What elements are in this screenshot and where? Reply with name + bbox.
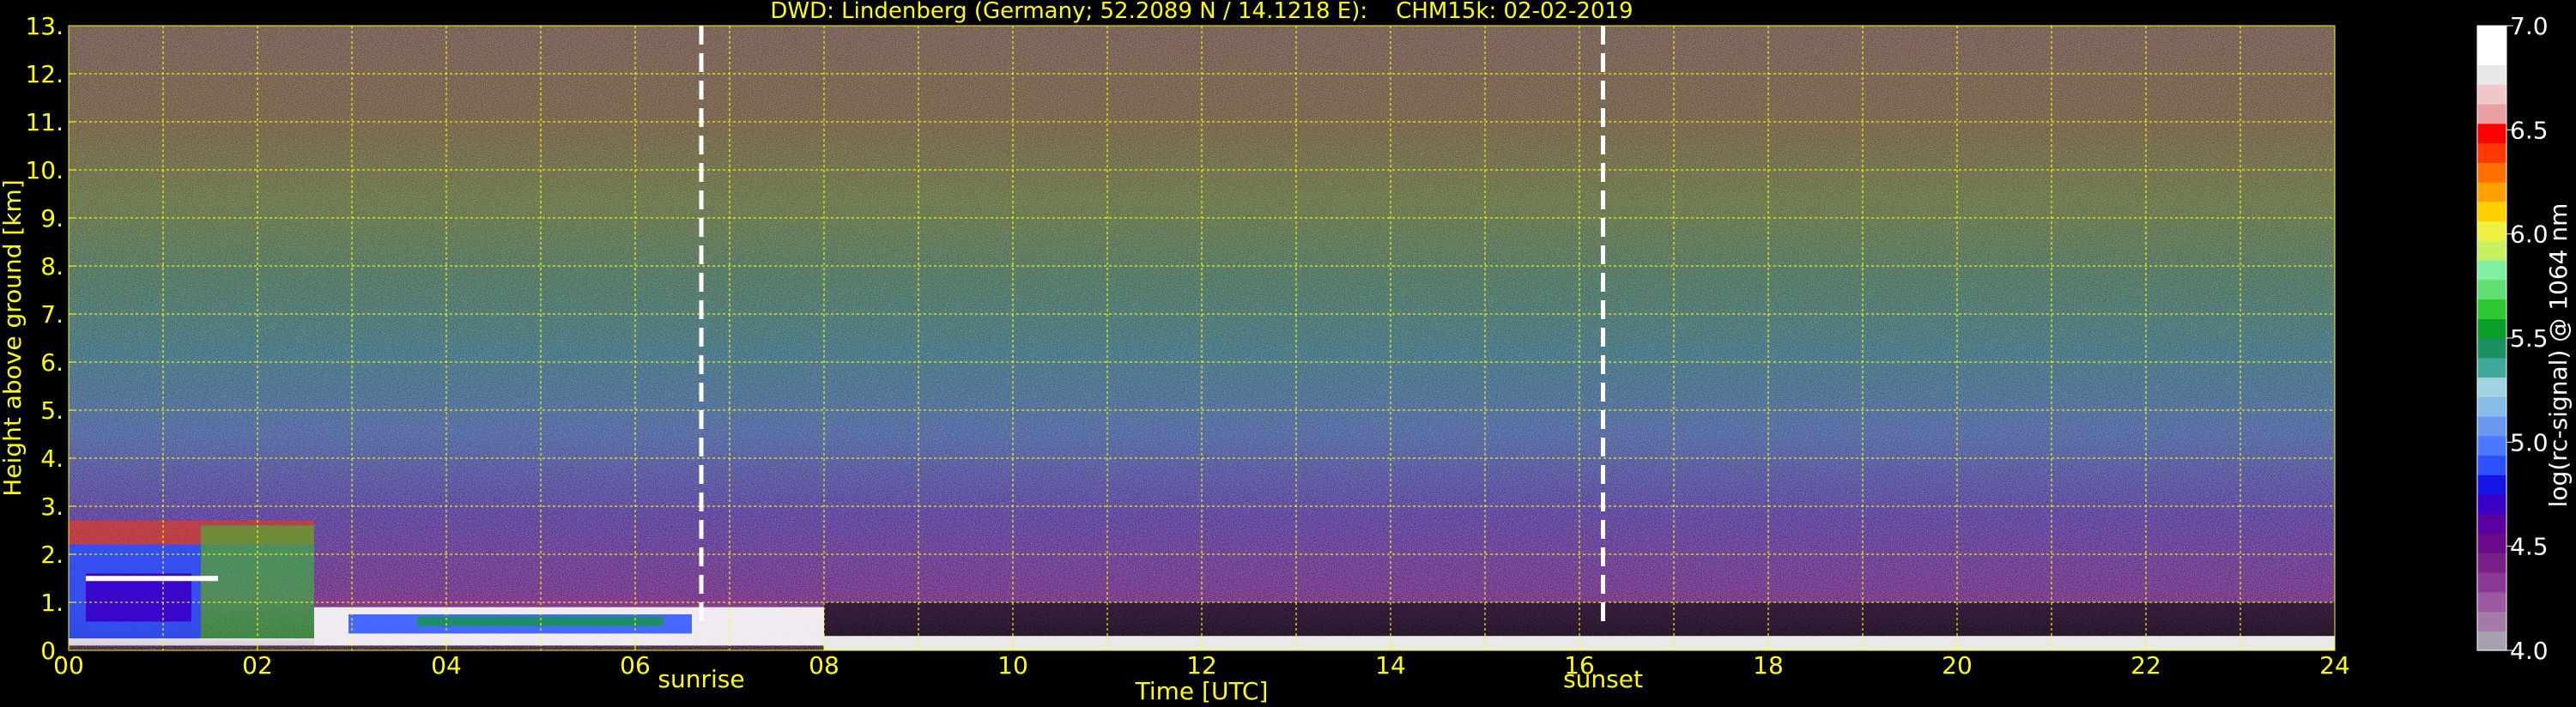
colorbar-segment [2477, 260, 2506, 281]
y-tick-label: 0. [40, 637, 64, 665]
colorbar: 4.0 4.5 5.0 5.5 6.0 6.5 7.0 [2476, 12, 2549, 665]
x-tick-label: 22 [2131, 651, 2161, 680]
colorbar-segment [2477, 611, 2506, 631]
y-tick-label: 12. [25, 60, 64, 88]
colorbar-tick-label: 6.5 [2510, 116, 2549, 144]
colorbar-tick-label: 4.5 [2510, 533, 2549, 561]
colorbar-segment [2477, 533, 2506, 553]
x-tick-label: 02 [242, 651, 273, 680]
colorbar-segment [2477, 299, 2506, 319]
y-axis-label: Height above ground [km] [0, 179, 27, 497]
colorbar-tick-label: 5.0 [2510, 428, 2549, 456]
y-tick-label: 11. [25, 108, 64, 136]
x-tick-label: 20 [1942, 651, 1973, 680]
cloud-layer-white [86, 576, 218, 582]
x-tick-label: 04 [431, 651, 462, 680]
x-tick-label: 10 [997, 651, 1028, 680]
y-tick-label: 10. [25, 156, 64, 184]
x-tick-label: 06 [620, 651, 651, 680]
y-tick-label: 4. [40, 444, 64, 473]
colorbar-segment [2477, 142, 2506, 163]
colorbar-tick-label: 5.5 [2510, 324, 2549, 353]
plot-area [69, 26, 2335, 650]
x-tick-label: 12 [1186, 651, 1217, 680]
colorbar-segment [2477, 26, 2506, 46]
colorbar-segment [2477, 435, 2506, 456]
event-label-sunrise: sunrise [658, 665, 744, 693]
colorbar-segment [2477, 338, 2506, 359]
colorbar-segment [2477, 494, 2506, 515]
colorbar-segment [2477, 318, 2506, 339]
colorbar-segment [2477, 572, 2506, 593]
colorbar-segment [2477, 162, 2506, 183]
colorbar-segment [2477, 182, 2506, 202]
colorbar-segment [2477, 631, 2506, 651]
colorbar-segment [2477, 455, 2506, 475]
colorbar-segment [2477, 123, 2506, 144]
y-tick-label: 2. [40, 541, 64, 569]
colorbar-segment [2477, 357, 2506, 378]
x-tick-label: 24 [2319, 651, 2350, 680]
cloud-layer-base [69, 638, 314, 646]
y-tick-label: 3. [40, 492, 64, 521]
x-tick-label: 08 [809, 651, 839, 680]
colorbar-segment [2477, 221, 2506, 241]
colorbar-tick-label: 6.0 [2510, 221, 2549, 249]
ceilometer-figure: sunrise sunset 00 02 04 06 08 10 12 14 16 18 20 22 24… [0, 0, 2573, 705]
chart-title: DWD: Lindenberg (Germany; 52.2089 N / 14… [770, 0, 1633, 24]
colorbar-segment [2477, 553, 2506, 573]
y-tick-label: 7. [40, 300, 64, 329]
colorbar-segment [2477, 416, 2506, 437]
colorbar-tick-label: 7.0 [2510, 12, 2549, 40]
y-tick-label: 8. [40, 252, 64, 281]
colorbar-segment [2477, 279, 2506, 300]
y-tick-label: 1. [40, 589, 64, 617]
colorbar-segment [2477, 64, 2506, 85]
colorbar-label: log(rc-signal) @ 1064 nm [2544, 203, 2573, 508]
colorbar-segment [2477, 240, 2506, 261]
colorbar-tick-label: 4.0 [2510, 637, 2549, 665]
x-axis-label: Time [UTC] [1135, 677, 1269, 705]
colorbar-segment [2477, 591, 2506, 613]
colorbar-segment [2477, 396, 2506, 417]
colorbar-segment [2477, 201, 2506, 222]
x-tick-label: 16 [1564, 651, 1595, 680]
colorbar-segment [2477, 513, 2506, 535]
x-tick-label: 18 [1753, 651, 1784, 680]
colorbar-segment [2477, 84, 2506, 105]
y-tick-label: 5. [40, 396, 64, 425]
y-tick-label: 6. [40, 348, 64, 377]
colorbar-segment [2477, 104, 2506, 124]
colorbar-segment [2477, 377, 2506, 397]
colorbar-segment [2477, 474, 2506, 495]
colorbar-segment [2477, 45, 2506, 66]
y-tick-label: 13. [25, 12, 64, 40]
x-tick-label: 14 [1375, 651, 1406, 680]
y-tick-label: 9. [40, 204, 64, 233]
y-axis-ticks: 0. 1. 2. 3. 4. 5. 6. 7. 8. 9. 10. 11. 12. 13. [25, 12, 76, 665]
